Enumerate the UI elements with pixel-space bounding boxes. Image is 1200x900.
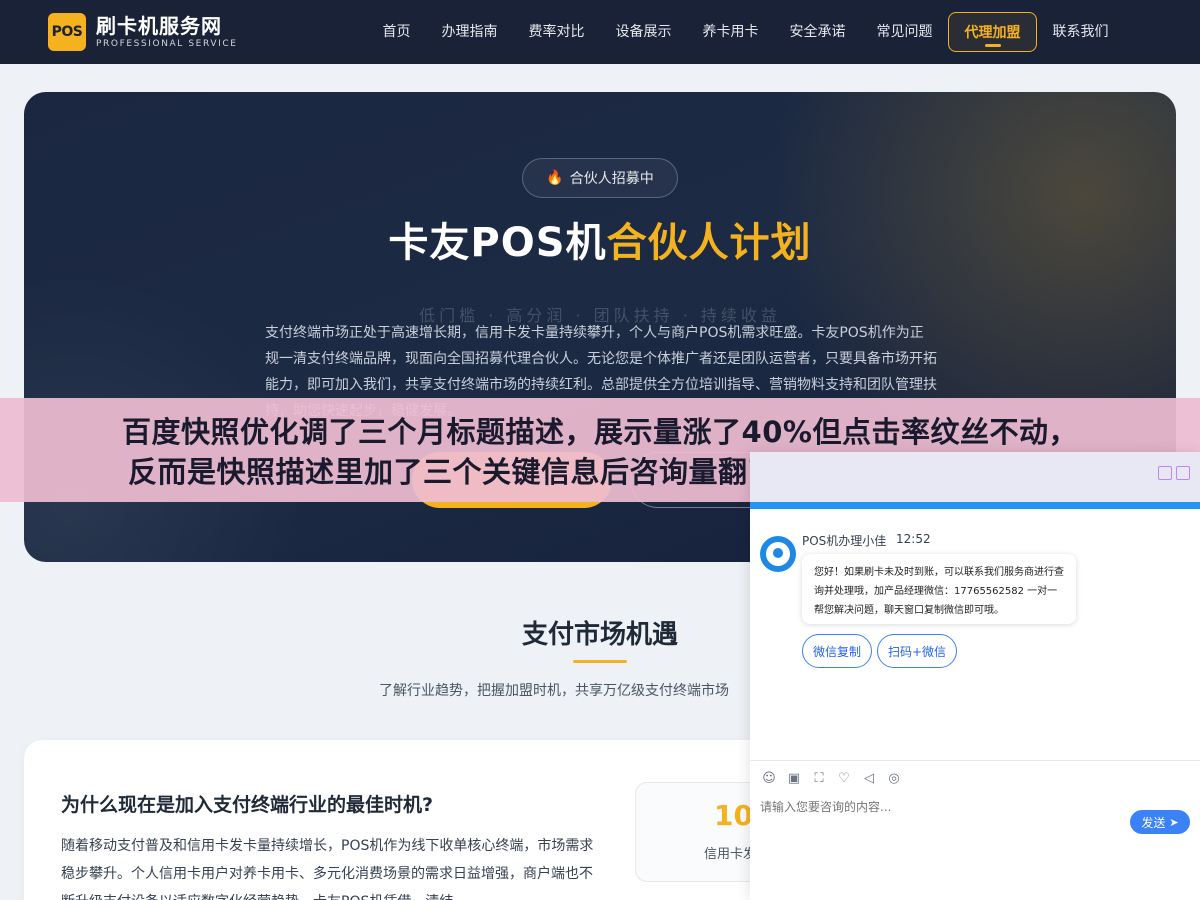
chat-bubbles-icon[interactable]: ◎ [885,771,903,786]
nav-safety[interactable]: 安全承诺 [774,12,861,52]
logo-subtitle: PROFESSIONAL SERVICE [96,39,238,49]
nav-contact[interactable]: 联系我们 [1037,12,1124,52]
screenshot-icon[interactable]: ⛶ [810,771,828,786]
message-bubble: 您好！如果刷卡未及时到账，可以联系我们服务商进行查询并处理哦，加产品经理微信：1… [802,554,1076,624]
chat-header [750,452,1200,509]
site-logo[interactable]: POS 刷卡机服务网 PROFESSIONAL SERVICE [48,13,238,51]
scan-wechat-button[interactable]: 扫码+微信 [877,634,957,668]
minimize-icon[interactable] [1158,466,1172,480]
top-navbar: POS 刷卡机服务网 PROFESSIONAL SERVICE 首页 办理指南 … [0,0,1200,64]
logo-title: 刷卡机服务网 [96,14,222,38]
sound-icon[interactable]: ◁ [860,771,878,786]
section-underline [573,660,627,663]
badge-label: 合伙人招募中 [569,171,654,187]
card-text: 随着移动支付普及和信用卡发卡量持续增长，POS机作为线下收单核心终端，市场需求稳… [61,838,594,900]
recruiting-badge: 🔥 合伙人招募中 [522,158,678,198]
card-title: 为什么现在是加入支付终端行业的最佳时机? [61,794,434,816]
nav-home[interactable]: 首页 [367,12,426,52]
image-icon[interactable]: ▣ [785,771,803,786]
nav-faq[interactable]: 常见问题 [861,12,948,52]
chat-widget: POS机办理小佳 12:52 您好！如果刷卡未及时到账，可以联系我们服务商进行查… [750,452,1200,900]
chat-header-bar [750,502,1200,509]
fire-icon: 🔥 [546,170,564,186]
agent-name: POS机办理小佳 [802,534,887,548]
chat-toolbar: ☺ ▣ ⛶ ♡ ◁ ◎ [750,760,1200,796]
chat-input[interactable] [760,800,1120,814]
stat-label: 信用卡发 [704,847,757,862]
hero-title: 卡友POS机合伙人计划 [24,210,1176,268]
nav-agent-join[interactable]: 代理加盟 [948,12,1037,52]
maximize-icon[interactable] [1176,466,1190,480]
nav-devices[interactable]: 设备展示 [600,12,687,52]
send-button[interactable]: 发送 ➤ [1130,810,1190,834]
nav-rates[interactable]: 费率对比 [513,12,600,52]
send-arrow-icon: ➤ [1169,815,1179,829]
stat-number: 10 [714,799,753,832]
copy-wechat-button[interactable]: 微信复制 [802,634,872,668]
logo-badge: POS [48,13,86,51]
rating-icon[interactable]: ♡ [835,771,853,786]
message-time: 12:52 [896,532,931,546]
emoji-icon[interactable]: ☺ [760,771,778,786]
main-nav: 首页 办理指南 费率对比 设备展示 养卡用卡 安全承诺 常见问题 代理加盟 联系… [367,0,1124,64]
nav-card-care[interactable]: 养卡用卡 [687,12,774,52]
send-label: 发送 [1141,815,1166,830]
hero-title-main: 卡友POS机 [388,220,607,266]
agent-avatar [760,536,796,572]
nav-guide[interactable]: 办理指南 [426,12,513,52]
hero-title-highlight: 合伙人计划 [606,220,812,266]
overlay-line-1: 百度快照优化调了三个月标题描述，展示量涨了40%但点击率纹丝不动， [122,415,1078,449]
